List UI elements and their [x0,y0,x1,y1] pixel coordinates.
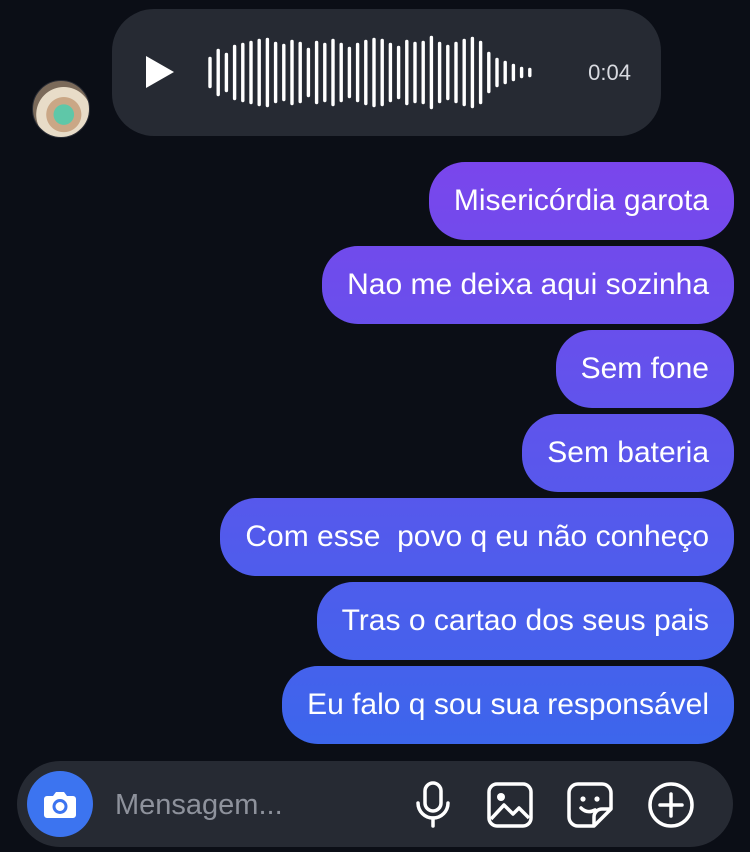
sticker-icon[interactable] [566,781,614,829]
waveform [208,35,532,110]
image-icon[interactable] [486,781,534,829]
outgoing-message[interactable]: Misericórdia garota [428,162,734,240]
message-input[interactable] [113,783,387,827]
message-composer [17,761,733,847]
play-icon[interactable] [146,56,174,88]
outgoing-message[interactable]: Com esse povo q eu não conheço [220,498,734,576]
voice-message[interactable]: 0:04 [112,9,661,136]
camera-button[interactable] [27,771,93,837]
outgoing-message[interactable]: Sem fone [555,330,734,408]
camera-icon [44,792,76,818]
outgoing-message[interactable]: Tras o cartao dos seus pais [316,582,734,660]
outgoing-message[interactable]: Sem bateria [522,414,734,492]
contact-avatar[interactable] [32,80,90,138]
outgoing-message[interactable]: Nao me deixa aqui sozinha [322,246,734,324]
outgoing-message[interactable]: Eu falo q sou sua responsável [282,666,734,744]
microphone-icon[interactable] [413,781,453,829]
plus-icon[interactable] [647,781,695,829]
voice-duration: 0:04 [588,60,631,85]
